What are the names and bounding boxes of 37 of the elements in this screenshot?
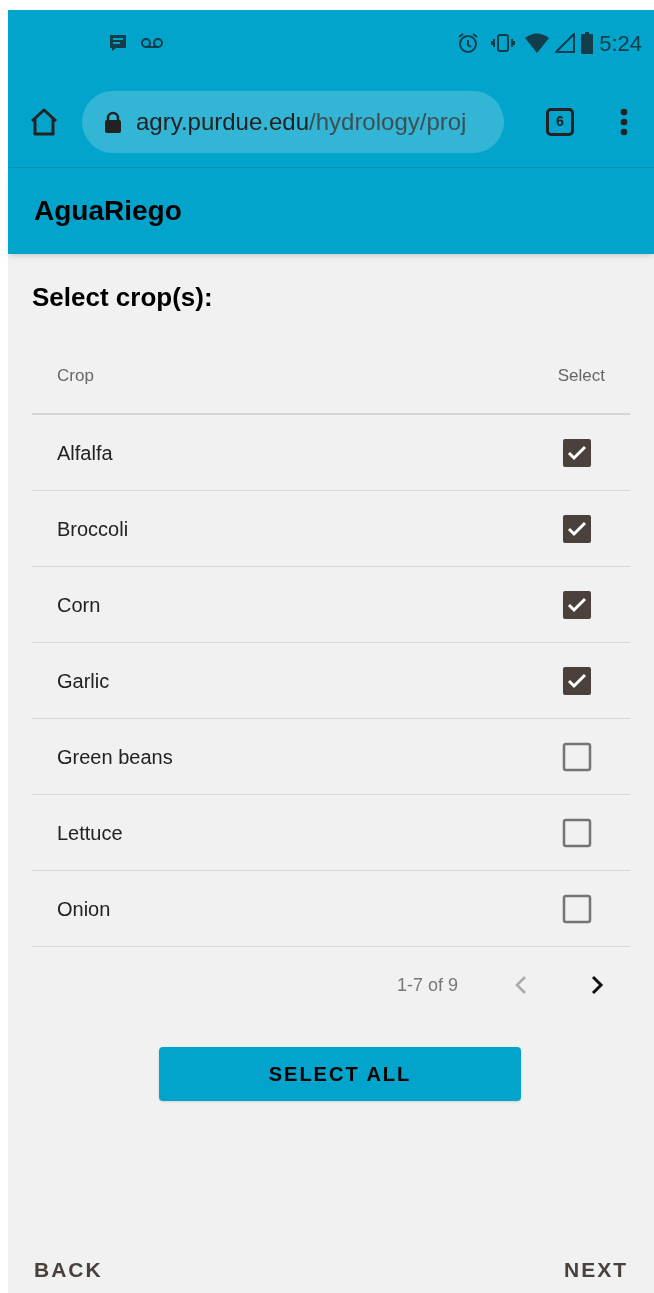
alarm-icon [457,32,480,54]
signal-icon [555,33,576,53]
column-header: Select [557,365,605,388]
select-all-button[interactable]: SELECT ALL [159,1047,521,1101]
tab-count[interactable]: 6 [546,107,574,136]
checkbox[interactable] [562,589,592,620]
page-heading: Select crop(s): [32,281,214,314]
page-range: 1-7 of 9 [396,973,458,997]
more-icon[interactable] [620,107,628,136]
lock-icon [104,110,122,133]
crop-name: Garlic [57,668,110,694]
status-time: 5:24 [599,29,642,58]
checkbox[interactable] [562,741,592,772]
next-page-icon[interactable] [590,975,604,995]
app-title: AguaRiego [34,194,182,228]
checkbox[interactable] [562,817,592,848]
column-header: Crop [57,365,94,388]
checkbox[interactable] [562,893,592,924]
checkbox[interactable] [562,513,592,544]
crop-name: Broccoli [57,516,129,542]
message-icon [108,34,128,52]
crop-name: Green beans [57,744,173,770]
home-icon[interactable] [28,106,60,137]
battery-icon [581,32,594,54]
wifi-icon [525,33,550,53]
back-button[interactable]: BACK [34,1253,103,1285]
url-text: agry.purdue.edu/hydrology/proj [136,106,467,137]
crop-name: Lettuce [57,820,123,846]
checkbox[interactable] [562,665,592,696]
address-bar[interactable]: agry.purdue.edu/hydrology/proj [82,90,504,153]
next-button[interactable]: NEXT [564,1253,628,1285]
vibrate-icon [491,33,516,53]
crop-name: Alfalfa [57,440,113,466]
crop-name: Corn [57,592,101,618]
crop-name: Onion [57,896,111,922]
voicemail-icon [140,37,164,49]
checkbox[interactable] [562,437,592,468]
